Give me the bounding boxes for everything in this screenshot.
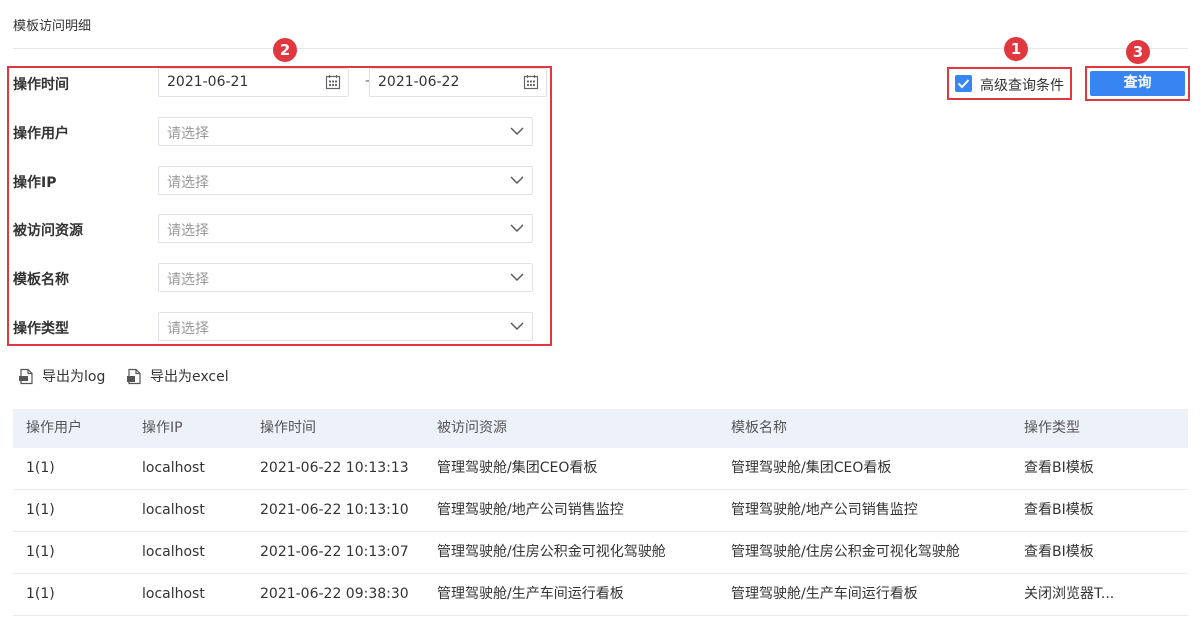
cell-ip: localhost <box>142 544 205 560</box>
annotation-badge-1: 1 <box>1004 37 1028 61</box>
filter-row-time: 操作时间 2021-06-21 - 2021-06-22 <box>13 68 547 98</box>
cell-type: 查看BI模板 <box>1024 502 1094 518</box>
annotation-badge-3: 3 <box>1126 40 1150 64</box>
cell-user: 1(1) <box>26 460 55 476</box>
cell-resource: 管理驾驶舱/生产车间运行看板 <box>437 586 624 602</box>
filter-row-ip: 操作IP 请选择 <box>13 166 533 196</box>
column-header-user[interactable]: 操作用户 <box>26 409 82 448</box>
type-select[interactable]: 请选择 <box>158 312 533 341</box>
cell-time: 2021-06-22 10:13:07 <box>260 544 409 560</box>
export-log-link[interactable]: 导出为log <box>18 366 105 386</box>
cell-time: 2021-06-22 09:38:30 <box>260 586 409 602</box>
filter-row-resource: 被访问资源 请选择 <box>13 214 533 244</box>
date-to-input[interactable]: 2021-06-22 <box>369 68 547 97</box>
resource-select-placeholder: 请选择 <box>167 223 209 239</box>
cell-resource: 管理驾驶舱/集团CEO看板 <box>437 460 598 476</box>
date-from-value: 2021-06-21 <box>167 74 249 90</box>
cell-user: 1(1) <box>26 544 55 560</box>
cell-time: 2021-06-22 10:13:10 <box>260 502 409 518</box>
table-row[interactable]: 1(1) localhost 2021-06-22 09:38:30 管理驾驶舱… <box>13 574 1188 616</box>
annotation-badge-2: 2 <box>273 38 297 62</box>
cell-ip: localhost <box>142 586 205 602</box>
table-row[interactable]: 1(1) localhost 2021-06-22 10:13:10 管理驾驶舱… <box>13 490 1188 532</box>
cell-user: 1(1) <box>26 586 55 602</box>
chevron-down-icon[interactable] <box>510 221 524 235</box>
chevron-down-icon[interactable] <box>510 270 524 284</box>
filter-row-type: 操作类型 请选择 <box>13 312 533 342</box>
cell-ip: localhost <box>142 502 205 518</box>
user-select-placeholder: 请选择 <box>167 126 209 142</box>
cell-ip: localhost <box>142 460 205 476</box>
template-select-placeholder: 请选择 <box>167 272 209 288</box>
type-label: 操作类型 <box>13 321 69 337</box>
calendar-icon[interactable] <box>325 74 341 90</box>
date-from-input[interactable]: 2021-06-21 <box>158 68 349 97</box>
chevron-down-icon[interactable] <box>510 173 524 187</box>
column-header-ip[interactable]: 操作IP <box>142 409 183 448</box>
advanced-query-label: 高级查询条件 <box>980 78 1064 94</box>
user-select[interactable]: 请选择 <box>158 117 533 146</box>
query-highlight-box: 查询 <box>1085 66 1190 101</box>
column-header-type[interactable]: 操作类型 <box>1024 409 1080 448</box>
ip-select[interactable]: 请选择 <box>158 166 533 195</box>
chevron-down-icon[interactable] <box>510 124 524 138</box>
cell-template: 管理驾驶舱/地产公司销售监控 <box>731 502 918 518</box>
cell-template: 管理驾驶舱/生产车间运行看板 <box>731 586 918 602</box>
template-label: 模板名称 <box>13 272 69 288</box>
export-excel-label: 导出为excel <box>150 369 229 385</box>
chevron-down-icon[interactable] <box>510 319 524 333</box>
resource-select[interactable]: 请选择 <box>158 214 533 243</box>
cell-resource: 管理驾驶舱/住房公积金可视化驾驶舱 <box>437 544 666 560</box>
cell-type: 查看BI模板 <box>1024 544 1094 560</box>
cell-type: 查看BI模板 <box>1024 460 1094 476</box>
table-row[interactable]: 1(1) localhost 2021-06-22 10:13:07 管理驾驶舱… <box>13 532 1188 574</box>
checkbox-checked-icon <box>957 79 970 89</box>
table-header-row: 操作用户 操作IP 操作时间 被访问资源 模板名称 操作类型 <box>13 409 1188 448</box>
export-excel-link[interactable]: 导出为excel <box>126 366 229 386</box>
export-file-icon <box>127 368 141 384</box>
query-button[interactable]: 查询 <box>1090 71 1185 96</box>
export-file-icon <box>19 368 33 384</box>
cell-resource: 管理驾驶舱/地产公司销售监控 <box>437 502 624 518</box>
ip-select-placeholder: 请选择 <box>167 175 209 191</box>
time-label: 操作时间 <box>13 77 69 93</box>
date-to-value: 2021-06-22 <box>378 74 460 90</box>
filter-row-user: 操作用户 请选择 <box>13 117 533 147</box>
resource-label: 被访问资源 <box>13 223 83 239</box>
column-header-template[interactable]: 模板名称 <box>731 409 787 448</box>
cell-type: 关闭浏览器T... <box>1024 586 1115 602</box>
advanced-query-checkbox[interactable] <box>955 75 972 92</box>
filter-highlight-box <box>7 66 552 346</box>
filter-row-template: 模板名称 请选择 <box>13 263 533 293</box>
column-header-resource[interactable]: 被访问资源 <box>437 409 507 448</box>
calendar-icon[interactable] <box>523 74 539 90</box>
user-label: 操作用户 <box>13 126 69 142</box>
type-select-placeholder: 请选择 <box>167 321 209 337</box>
ip-label: 操作IP <box>13 175 57 191</box>
cell-template: 管理驾驶舱/住房公积金可视化驾驶舱 <box>731 544 960 560</box>
export-log-label: 导出为log <box>42 369 106 385</box>
cell-template: 管理驾驶舱/集团CEO看板 <box>731 460 892 476</box>
access-log-table: 操作用户 操作IP 操作时间 被访问资源 模板名称 操作类型 1(1) loca… <box>13 409 1188 616</box>
column-header-time[interactable]: 操作时间 <box>260 409 316 448</box>
cell-user: 1(1) <box>26 502 55 518</box>
page-title: 模板访问明细 <box>13 19 92 34</box>
table-row[interactable]: 1(1) localhost 2021-06-22 10:13:13 管理驾驶舱… <box>13 448 1188 490</box>
cell-time: 2021-06-22 10:13:13 <box>260 460 409 476</box>
advanced-query-toggle[interactable]: 高级查询条件 <box>947 67 1072 100</box>
template-select[interactable]: 请选择 <box>158 263 533 292</box>
